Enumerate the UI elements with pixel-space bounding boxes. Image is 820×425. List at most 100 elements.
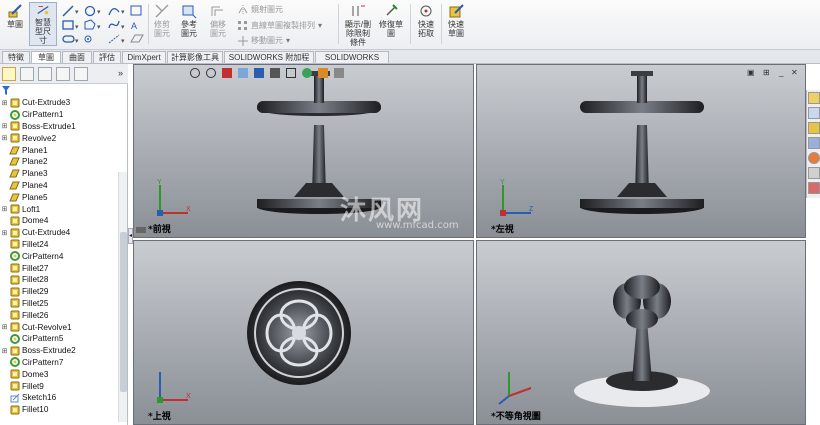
property-manager-tab[interactable] [20,67,34,81]
tab-8[interactable]: SOLIDWORKS MBD [315,51,389,74]
viewport-left[interactable]: YZ *左視 ▣ ⊞ _ ✕ [476,64,806,238]
tab-2[interactable]: 草圖 [31,51,61,63]
divider [338,4,339,44]
sketch-button[interactable]: 草圖 [4,3,26,29]
forum-icon[interactable] [808,182,820,194]
move-entities-button[interactable]: 移動圖元 ▾ [238,35,290,46]
expand-toggle-icon[interactable]: ⊞ [0,205,9,213]
tree-item[interactable]: Fillet29 [0,286,118,298]
tree-item[interactable]: Plane1 [0,144,118,156]
view-palette-icon[interactable] [808,137,820,149]
svg-text:Z: Z [529,206,534,213]
panel-expand-icon[interactable]: » [118,68,123,78]
viewport-top[interactable]: X *上視 [133,240,474,425]
tree-item[interactable]: Fillet9 [0,380,118,392]
view-orientation-menu-icon[interactable] [254,68,264,78]
section-view-icon[interactable] [238,68,248,78]
previous-view-icon[interactable] [222,68,232,78]
tab-3[interactable]: 曲面 [62,51,92,63]
appearances-icon[interactable] [808,152,820,164]
fillet-icon [9,275,20,285]
tree-item[interactable]: Dome3 [0,368,118,380]
smart-dimension-button[interactable]: 智慧型尺寸 [29,2,57,46]
tree-item[interactable]: ⊞ Revolve2 [0,132,118,144]
tree-item[interactable]: ⊞ Cut-Revolve1 [0,321,118,333]
tree-item[interactable]: CirPattern7 [0,357,118,369]
left-triad-icon: YZ [500,179,534,216]
tab-7[interactable]: SOLIDWORKS 附加程式 [224,51,314,74]
zoom-to-area-icon[interactable] [206,68,216,78]
tab-6[interactable]: 計算影像工具 [167,51,223,63]
tree-item[interactable]: ⊞ Loft1 [0,203,118,215]
tree-item[interactable]: Plane4 [0,180,118,192]
trim-entities-button[interactable]: 修剪圖元 [150,3,174,38]
heads-up-view-toolbar [190,66,344,80]
tree-item[interactable]: ⊞ Cut-Extrude3 [0,97,118,109]
tree-item-label: Dome3 [22,369,49,379]
expand-toggle-icon[interactable]: ⊞ [0,229,9,237]
configuration-manager-tab[interactable] [38,67,52,81]
hide-show-items-icon[interactable] [286,68,296,78]
tree-item[interactable]: CirPattern5 [0,333,118,345]
display-delete-relations-button[interactable]: 顯示/刪除限制條件 [342,3,374,47]
tab-4[interactable]: 評估 [93,51,121,63]
tree-item-label: Plane1 [22,145,48,155]
tab-1[interactable]: 特徵 [2,51,30,63]
mirror-entities-button[interactable]: 鏡射圖元 [238,4,283,15]
linear-pattern-button[interactable]: 直線草圖複製排列 ▾ [238,20,322,31]
expand-toggle-icon[interactable]: ⊞ [0,347,9,355]
view-orientation-icon[interactable] [136,227,146,233]
tree-item[interactable]: Plane3 [0,168,118,180]
viewport-isometric[interactable]: *不等角視圖 [476,240,806,425]
view-settings-icon[interactable] [334,68,344,78]
scroll-thumb[interactable] [120,232,127,392]
tree-item[interactable]: Dome4 [0,215,118,227]
edit-appearance-icon[interactable] [302,68,312,78]
viewport-label-isometric: *不等角視圖 [491,412,541,422]
tab-5[interactable]: DimXpert [122,51,166,63]
dimxpert-manager-tab[interactable] [56,67,70,81]
command-manager-ribbon: 草圖 智慧型尺寸 ▾ ▾ ▾ ▾ ▾ ▾ A ▾ ▾ 修剪圖元 參考圖元 偏移圖… [0,0,820,50]
expand-toggle-icon[interactable]: ⊞ [0,323,9,331]
viewport-close-icon[interactable]: ✕ [791,69,799,77]
tree-item[interactable]: ⊞ Cut-Extrude4 [0,227,118,239]
tree-item[interactable]: CirPattern1 [0,109,118,121]
quick-snaps-button[interactable]: 快速拓取 [413,3,439,38]
tree-item[interactable]: ⊞ Boss-Extrude2 [0,345,118,357]
viewport-tile-icon[interactable]: ▣ [747,69,755,77]
fillet-icon [9,381,20,391]
repair-sketch-button[interactable]: 修復草圖 [376,3,406,38]
rapid-sketch-button[interactable]: 快速草圖 [444,3,468,38]
viewport-minimize-icon[interactable]: _ [779,69,787,77]
expand-toggle-icon[interactable]: ⊞ [0,122,9,130]
offset-entities-button[interactable]: 偏移圖元 [206,3,230,38]
file-explorer-icon[interactable] [808,122,820,134]
tree-item[interactable]: Fillet10 [0,404,118,416]
tree-item[interactable]: Plane5 [0,191,118,203]
tree-item[interactable]: CirPattern4 [0,250,118,262]
tree-item[interactable]: Fillet24 [0,239,118,251]
custom-properties-icon[interactable] [808,167,820,179]
svg-text:X: X [186,393,191,400]
tree-item[interactable]: Plane2 [0,156,118,168]
viewport-link-icon[interactable]: ⊞ [763,69,771,77]
feature-manager-tab[interactable] [2,67,16,81]
tree-item[interactable]: Fillet27 [0,262,118,274]
tree-item[interactable]: Fillet26 [0,309,118,321]
convert-entities-button[interactable]: 參考圖元 [176,3,202,38]
design-library-icon[interactable] [808,107,820,119]
expand-toggle-icon[interactable]: ⊞ [0,99,9,107]
tree-item[interactable]: ⊞ Boss-Extrude1 [0,121,118,133]
apply-scene-icon[interactable] [318,68,328,78]
solidworks-resources-icon[interactable] [808,92,820,104]
tree-item[interactable]: Fillet28 [0,274,118,286]
panel-scrollbar[interactable] [118,172,127,422]
zoom-to-fit-icon[interactable] [190,68,200,78]
tree-item[interactable]: Sketch16 [0,392,118,404]
display-style-icon[interactable] [270,68,280,78]
display-manager-tab[interactable] [74,67,88,81]
filter-icon[interactable] [2,86,10,95]
sketch-tools-grid[interactable]: ▾ ▾ ▾ ▾ ▾ ▾ A ▾ ▾ [61,4,147,46]
expand-toggle-icon[interactable]: ⊞ [0,134,9,142]
tree-item[interactable]: Fillet25 [0,298,118,310]
